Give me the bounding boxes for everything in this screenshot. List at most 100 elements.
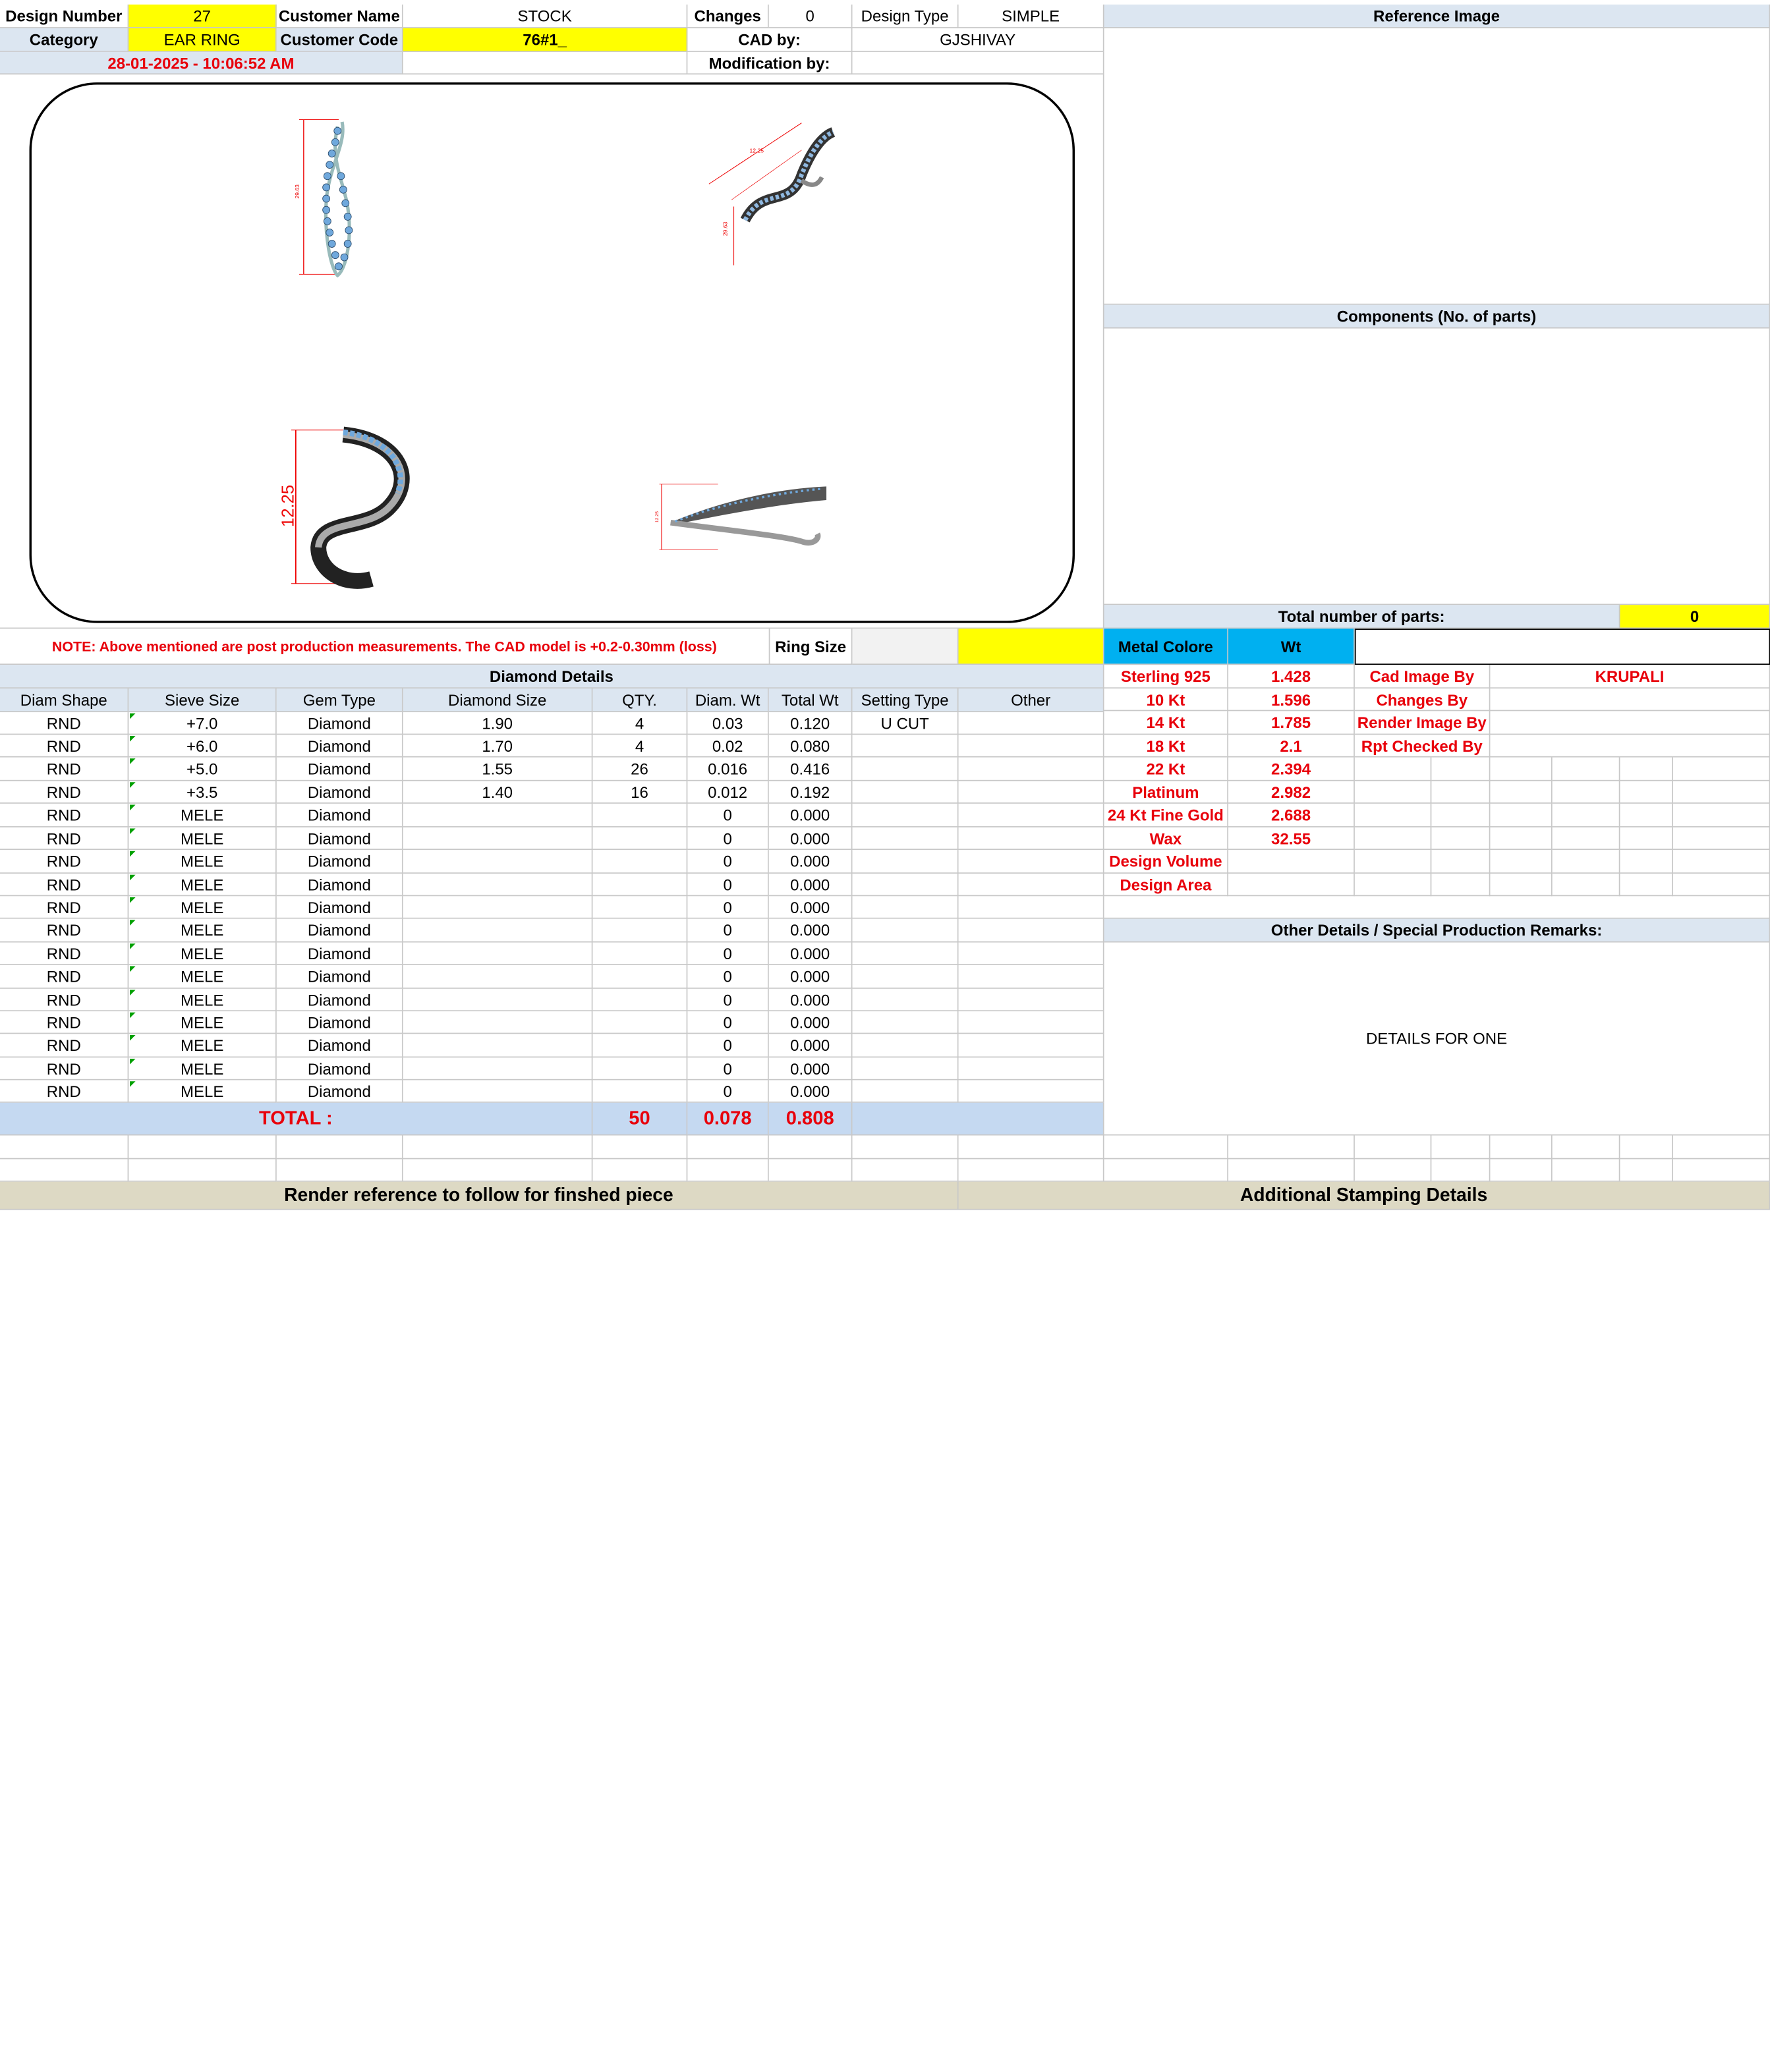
credit-grid-cell[interactable] (1620, 874, 1673, 897)
diamond-cell[interactable] (852, 1057, 959, 1080)
diamond-cell[interactable] (852, 1080, 959, 1103)
diamond-cell[interactable]: 0 (687, 942, 769, 965)
diamond-cell[interactable] (852, 850, 959, 874)
credit-grid-cell[interactable] (1620, 850, 1673, 874)
blank-cell[interactable] (403, 1135, 593, 1160)
credit-grid-cell[interactable] (1354, 850, 1432, 874)
blank-cell[interactable] (1620, 1158, 1673, 1182)
diamond-cell[interactable] (852, 965, 959, 989)
customer-name-value[interactable]: STOCK (403, 4, 688, 28)
category-value[interactable]: EAR RING (128, 28, 277, 52)
blank-cell[interactable] (1620, 1135, 1673, 1160)
blank-cell[interactable] (958, 1135, 1104, 1160)
diamond-cell[interactable]: 0 (687, 918, 769, 943)
render-image-by-value[interactable] (1490, 711, 1770, 735)
credit-grid-cell[interactable] (1354, 803, 1432, 827)
credit-grid-cell[interactable] (1672, 781, 1770, 804)
credit-grid-cell[interactable] (1431, 827, 1491, 851)
diamond-cell[interactable]: 0 (687, 965, 769, 989)
diamond-cell[interactable]: Diamond (276, 1057, 403, 1080)
credit-grid-cell[interactable] (1672, 827, 1770, 851)
diamond-cell[interactable] (592, 918, 688, 943)
ring-size-highlight[interactable] (958, 629, 1104, 665)
metal-weight[interactable]: 1.428 (1228, 665, 1355, 689)
blank-cell[interactable] (1431, 1135, 1491, 1160)
diamond-cell[interactable]: RND (0, 827, 129, 851)
credit-grid-cell[interactable] (1552, 781, 1620, 804)
credit-grid-cell[interactable] (1672, 803, 1770, 827)
blank-cell[interactable] (1552, 1158, 1620, 1182)
diamond-cell[interactable]: Diamond (276, 918, 403, 943)
diamond-cell[interactable]: RND (0, 757, 129, 781)
changes-value[interactable]: 0 (768, 4, 853, 28)
diamond-cell[interactable]: MELE (128, 1034, 277, 1058)
diamond-cell[interactable]: 0.192 (768, 781, 853, 804)
diamond-cell[interactable]: 0.080 (768, 735, 853, 758)
credit-grid-cell[interactable] (1490, 803, 1553, 827)
credit-grid-cell[interactable] (1620, 803, 1673, 827)
blank-cell[interactable] (1672, 1135, 1770, 1160)
diamond-cell[interactable] (403, 918, 593, 943)
diamond-cell[interactable]: 0 (687, 896, 769, 919)
total-parts-value[interactable]: 0 (1620, 605, 1770, 629)
diamond-cell[interactable]: 0 (687, 1057, 769, 1080)
diamond-cell[interactable] (958, 781, 1104, 804)
credit-grid-cell[interactable] (1431, 850, 1491, 874)
diamond-cell[interactable] (592, 827, 688, 851)
diamond-cell[interactable] (958, 735, 1104, 758)
diamond-cell[interactable]: RND (0, 1057, 129, 1080)
diamond-cell[interactable] (852, 803, 959, 827)
diamond-cell[interactable] (403, 803, 593, 827)
diamond-cell[interactable]: RND (0, 942, 129, 965)
blank-cell[interactable] (1104, 1158, 1228, 1182)
blank-cell[interactable] (0, 1158, 129, 1182)
diamond-cell[interactable] (592, 988, 688, 1012)
diamond-cell[interactable] (403, 1011, 593, 1034)
rpt-checked-by-value[interactable] (1490, 735, 1770, 758)
diamond-cell[interactable] (958, 874, 1104, 897)
diamond-cell[interactable]: 0.000 (768, 918, 853, 943)
diamond-cell[interactable] (958, 965, 1104, 989)
design-number-value[interactable]: 27 (128, 4, 277, 28)
diamond-cell[interactable] (958, 850, 1104, 874)
diamond-cell[interactable]: Diamond (276, 988, 403, 1012)
diamond-cell[interactable]: MELE (128, 827, 277, 851)
diamond-cell[interactable] (592, 1034, 688, 1058)
diamond-cell[interactable] (403, 850, 593, 874)
diamond-cell[interactable]: 0 (687, 1034, 769, 1058)
diamond-cell[interactable]: +5.0 (128, 757, 277, 781)
diamond-cell[interactable] (958, 757, 1104, 781)
diamond-cell[interactable]: RND (0, 896, 129, 919)
diamond-cell[interactable]: RND (0, 1080, 129, 1103)
diamond-cell[interactable] (958, 827, 1104, 851)
diamond-cell[interactable] (852, 918, 959, 943)
blank-cell[interactable] (128, 1158, 277, 1182)
credit-grid-cell[interactable] (1490, 827, 1553, 851)
credit-grid-cell[interactable] (1431, 781, 1491, 804)
blank-cell[interactable] (768, 1135, 853, 1160)
diamond-cell[interactable]: 1.55 (403, 757, 593, 781)
diamond-cell[interactable] (403, 1080, 593, 1103)
diamond-cell[interactable]: RND (0, 850, 129, 874)
diamond-cell[interactable]: 0 (687, 850, 769, 874)
diamond-cell[interactable]: U CUT (852, 712, 959, 735)
diamond-cell[interactable]: MELE (128, 942, 277, 965)
diamond-cell[interactable]: 4 (592, 712, 688, 735)
blank-cell[interactable] (768, 1158, 853, 1182)
diamond-cell[interactable]: RND (0, 874, 129, 897)
diamond-cell[interactable]: 0.416 (768, 757, 853, 781)
metal-weight[interactable]: 2.394 (1228, 757, 1355, 781)
credit-grid-cell[interactable] (1552, 803, 1620, 827)
diamond-cell[interactable] (958, 988, 1104, 1012)
diamond-cell[interactable] (958, 918, 1104, 943)
diamond-cell[interactable]: RND (0, 988, 129, 1012)
diamond-cell[interactable]: MELE (128, 1080, 277, 1103)
changes-by-value[interactable] (1490, 688, 1770, 712)
diamond-cell[interactable] (403, 988, 593, 1012)
diamond-cell[interactable] (592, 965, 688, 989)
diamond-cell[interactable]: Diamond (276, 712, 403, 735)
diamond-cell[interactable]: 1.40 (403, 781, 593, 804)
diamond-cell[interactable]: 0.000 (768, 1080, 853, 1103)
diamond-cell[interactable]: 0 (687, 827, 769, 851)
diamond-cell[interactable]: 0 (687, 1080, 769, 1103)
